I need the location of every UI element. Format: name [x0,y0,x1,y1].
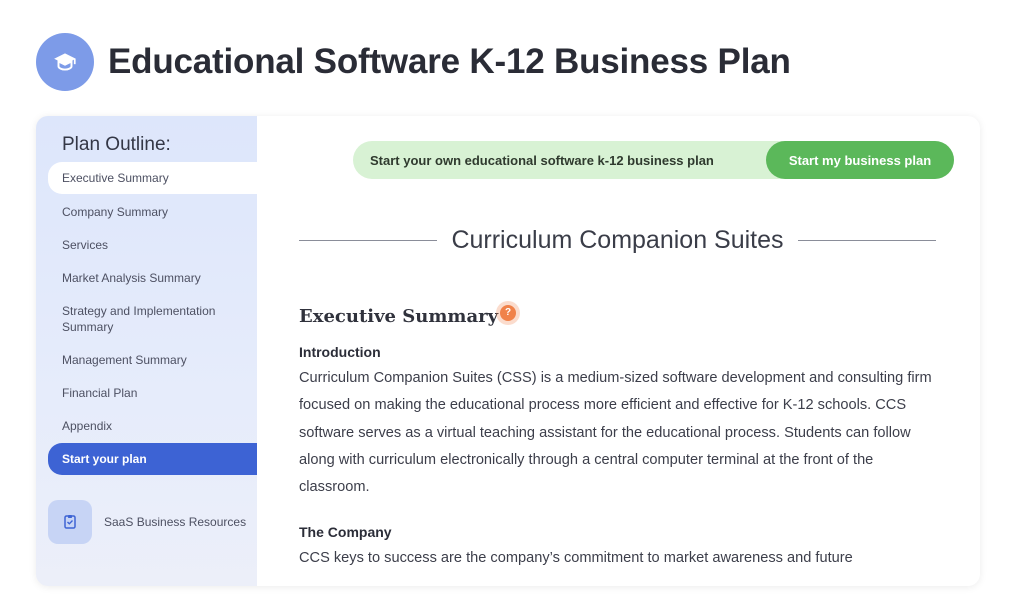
title-rule-right [797,239,936,241]
sidebar-item-strategy-and-implementation-summary[interactable]: Strategy and Implementation Summary [48,300,257,338]
sidebar-item-label: Executive Summary [62,171,169,185]
sidebar-item-executive-summary[interactable]: Executive Summary [48,162,257,194]
company-paragraph: CCS keys to success are the company’s co… [299,550,853,566]
page: Educational Software K-12 Business Plan … [0,0,1025,613]
sidebar-item-label: Start your plan [62,452,147,466]
introduction-paragraph: Curriculum Companion Suites (CSS) is a m… [299,370,932,496]
sidebar-item-services[interactable]: Services [48,229,257,261]
sidebar-item-management-summary[interactable]: Management Summary [48,344,257,376]
banner-text: Start your own educational software k-12… [370,152,714,168]
page-header: Educational Software K-12 Business Plan [36,32,791,92]
start-plan-banner: Start your own educational software k-12… [353,141,954,179]
plan-card: Plan Outline: Executive Summary Company … [36,116,980,586]
plan-outline-heading: Plan Outline: [62,134,171,155]
sidebar-item-label: Services [62,238,109,252]
sidebar-item-financial-plan[interactable]: Financial Plan [48,377,257,409]
sidebar-item-label: Strategy and Implementation Summary [62,304,216,334]
sidebar-item-label: Company Summary [62,205,169,219]
sidebar-item-label: Appendix [62,419,113,433]
sidebar-item-market-analysis-summary[interactable]: Market Analysis Summary [48,262,257,294]
page-title: Educational Software K-12 Business Plan [108,42,791,81]
sidebar-item-start-your-plan[interactable]: Start your plan [48,443,257,475]
title-rule-left [299,239,438,241]
sidebar-item-appendix[interactable]: Appendix [48,410,257,442]
sidebar-item-label: Market Analysis Summary [62,271,201,285]
saas-resources-link[interactable]: SaaS Business Resources [48,500,246,544]
sidebar-item-label: Management Summary [62,353,187,367]
section-heading-label: Executive Summary [299,306,499,327]
sidebar-item-company-summary[interactable]: Company Summary [48,196,257,228]
subheading-introduction: Introduction [299,344,381,360]
saas-resources-label: SaaS Business Resources [104,515,247,529]
start-my-business-plan-button[interactable]: Start my business plan [766,141,954,179]
graduation-cap-icon [36,33,94,91]
plan-title: Curriculum Companion Suites [451,225,784,254]
subheading-the-company: The Company [299,524,392,540]
plan-content: Start your own educational software k-12… [257,116,980,586]
plan-outline-sidebar: Plan Outline: Executive Summary Company … [36,116,257,586]
document-icon [48,500,92,544]
plan-title-row: Curriculum Companion Suites [299,222,936,258]
section-heading-executive-summary: Executive Summary ? [299,304,517,327]
question-icon[interactable]: ? [500,304,517,321]
sidebar-item-label: Financial Plan [62,386,138,400]
